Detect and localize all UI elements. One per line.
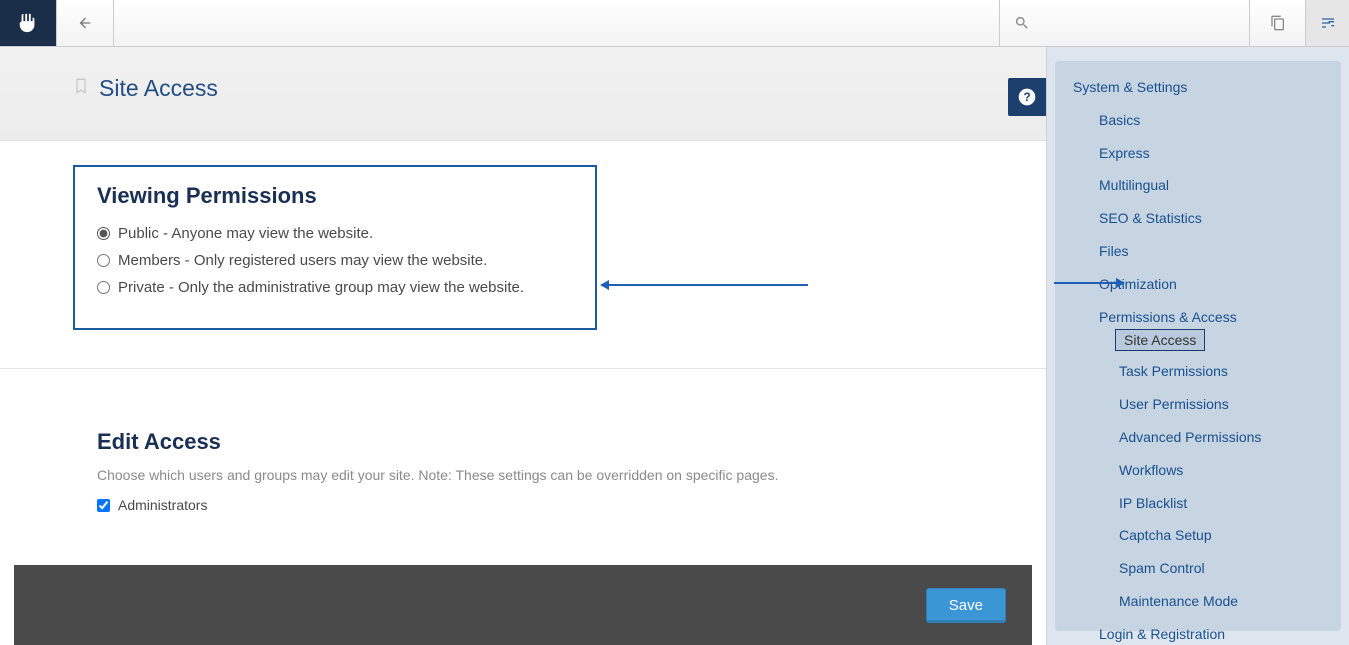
radio-private-input[interactable] [97,281,110,294]
svg-text:?: ? [1023,91,1030,104]
nav-system-settings[interactable]: System & Settings [1055,75,1341,100]
nav-task-permissions[interactable]: Task Permissions [1055,359,1341,384]
check-administrators[interactable]: Administrators [97,497,1046,513]
annotation-arrow-left [608,284,808,286]
side-nav: System & Settings Basics Express Multili… [1055,61,1341,631]
annotation-arrow-right [1054,282,1117,284]
nav-seo[interactable]: SEO & Statistics [1055,206,1341,231]
back-button[interactable] [57,0,114,46]
settings-button[interactable] [1305,0,1349,46]
bookmark-icon[interactable] [73,77,89,100]
nav-files[interactable]: Files [1055,239,1341,264]
viewing-permissions-heading: Viewing Permissions [97,183,573,209]
check-administrators-label: Administrators [118,497,207,513]
nav-express[interactable]: Express [1055,141,1341,166]
radio-private-label: Private - Only the administrative group … [118,279,524,296]
nav-maintenance-mode[interactable]: Maintenance Mode [1055,589,1341,614]
arrow-left-icon [77,15,93,31]
sliders-icon [1320,15,1336,31]
nav-permissions-access[interactable]: Permissions & Access [1055,305,1341,330]
app-logo[interactable] [0,0,57,46]
radio-public-input[interactable] [97,227,110,240]
radio-members[interactable]: Members - Only registered users may view… [97,252,573,269]
search-icon [1014,15,1030,31]
hand-icon [17,12,39,34]
radio-public-label: Public - Anyone may view the website. [118,225,373,242]
question-icon: ? [1017,87,1037,107]
nav-workflows[interactable]: Workflows [1055,458,1341,483]
nav-spam-control[interactable]: Spam Control [1055,556,1341,581]
edit-access-heading: Edit Access [97,429,1046,455]
search-box[interactable] [999,0,1249,46]
nav-ip-blacklist[interactable]: IP Blacklist [1055,491,1341,516]
radio-public[interactable]: Public - Anyone may view the website. [97,225,573,242]
copy-icon [1270,15,1286,31]
nav-advanced-permissions[interactable]: Advanced Permissions [1055,425,1341,450]
nav-multilingual[interactable]: Multilingual [1055,173,1341,198]
help-button[interactable]: ? [1008,78,1046,116]
page-header: Site Access ? [0,47,1046,141]
save-bar: Save [14,565,1032,645]
radio-members-label: Members - Only registered users may view… [118,252,487,269]
side-panel: System & Settings Basics Express Multili… [1047,47,1349,645]
copy-button[interactable] [1249,0,1305,46]
nav-optimization[interactable]: Optimization [1055,272,1341,297]
nav-basics[interactable]: Basics [1055,108,1341,133]
nav-site-access[interactable]: Site Access [1115,329,1205,351]
main-panel: Site Access ? Viewing Permissions Public… [0,47,1047,645]
viewing-permissions-box: Viewing Permissions Public - Anyone may … [73,165,597,330]
nav-user-permissions[interactable]: User Permissions [1055,392,1341,417]
nav-login-registration[interactable]: Login & Registration [1055,622,1341,645]
radio-members-input[interactable] [97,254,110,267]
nav-captcha-setup[interactable]: Captcha Setup [1055,523,1341,548]
top-toolbar [0,0,1349,47]
check-administrators-input[interactable] [97,499,110,512]
save-button[interactable]: Save [926,588,1006,623]
radio-private[interactable]: Private - Only the administrative group … [97,279,573,296]
edit-access-section: Edit Access Choose which users and group… [0,369,1046,513]
edit-access-description: Choose which users and groups may edit y… [97,467,1046,483]
page-title: Site Access [99,75,218,102]
